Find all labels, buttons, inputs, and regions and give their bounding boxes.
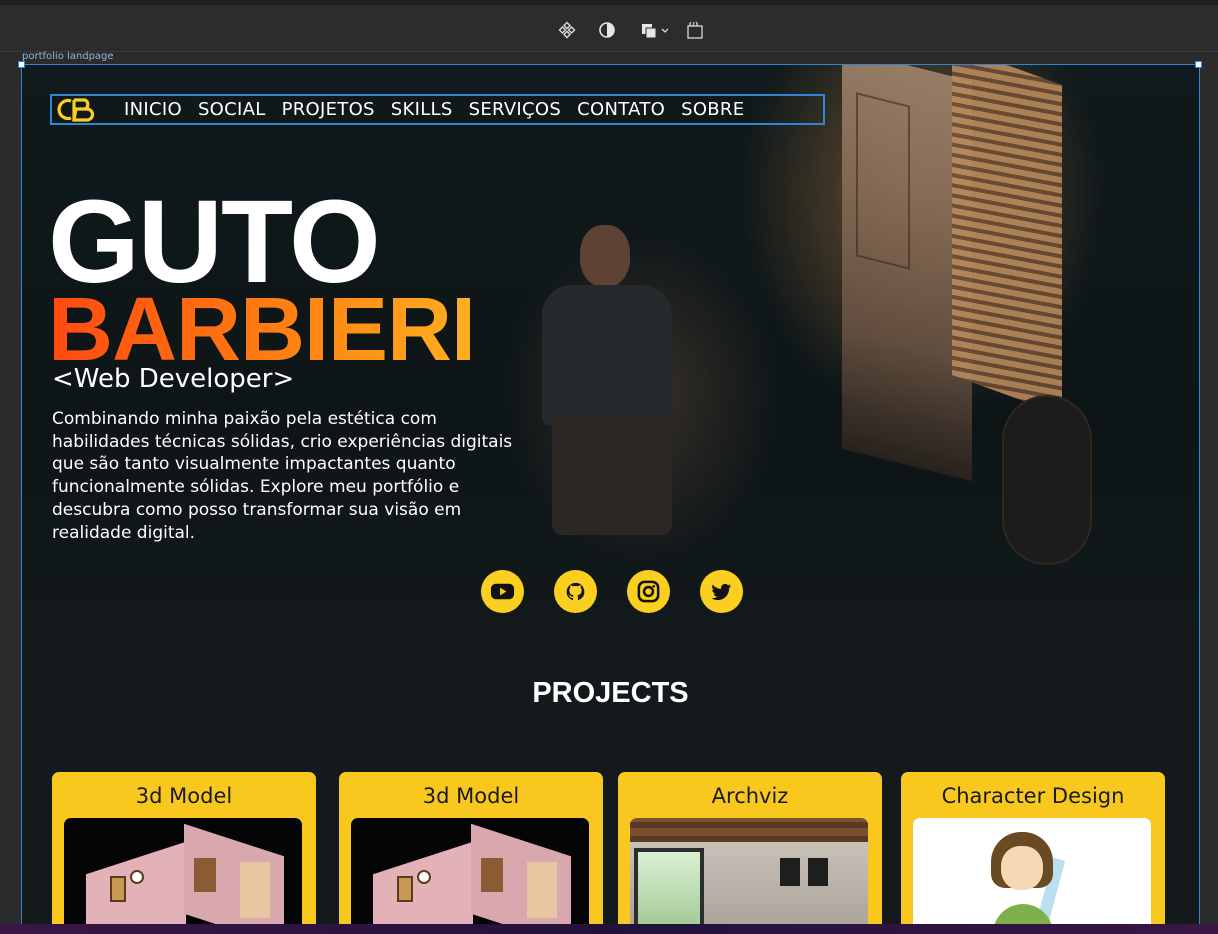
social-links — [481, 570, 743, 613]
contrast-icon[interactable] — [596, 19, 618, 41]
project-thumbnail-character — [913, 818, 1151, 925]
hero-description: Combinando minha paixão pela estética co… — [52, 409, 513, 543]
logo-icon[interactable] — [54, 96, 96, 123]
window-shutter — [952, 65, 1062, 416]
nav-link-servicos[interactable]: SERVIÇOS — [469, 99, 562, 120]
resize-handle-top-right[interactable] — [1195, 61, 1202, 68]
project-thumbnail-3d-room — [64, 818, 302, 925]
twitter-icon[interactable] — [700, 570, 743, 613]
nav-link-inicio[interactable]: INICIO — [124, 99, 182, 120]
code-icon[interactable] — [684, 19, 706, 41]
hero-role: <Web Developer> — [52, 364, 295, 394]
project-thumbnail-archviz — [630, 818, 868, 925]
project-card-archviz[interactable]: Archviz — [618, 772, 882, 925]
os-taskbar — [0, 924, 1218, 934]
projects-heading: PROJECTS — [532, 677, 689, 709]
instagram-icon[interactable] — [627, 570, 670, 613]
component-icon[interactable] — [556, 19, 578, 41]
project-card-3d-model-1[interactable]: 3d Model — [52, 772, 316, 925]
nav-link-contato[interactable]: CONTATO — [577, 99, 665, 120]
portfolio-frame[interactable]: INICIO SOCIAL PROJETOS SKILLS SERVIÇOS C… — [21, 64, 1200, 926]
hero-last-name: BARBIERI — [48, 280, 476, 380]
hero-person — [542, 225, 682, 545]
resize-handle-top-left[interactable] — [18, 61, 25, 68]
project-card-title: 3d Model — [422, 784, 520, 808]
project-thumbnail-3d-room — [351, 818, 589, 925]
project-card-title: Character Design — [941, 784, 1125, 808]
nav-links: INICIO SOCIAL PROJETOS SKILLS SERVIÇOS C… — [124, 99, 744, 120]
frame-label[interactable]: portfolio landpage — [22, 51, 114, 62]
nav-link-social[interactable]: SOCIAL — [198, 99, 266, 120]
editor-toolbar — [0, 0, 1218, 52]
github-icon[interactable] — [554, 570, 597, 613]
project-card-title: 3d Model — [135, 784, 233, 808]
project-card-3d-model-2[interactable]: 3d Model — [339, 772, 603, 925]
boolean-icon[interactable] — [638, 19, 672, 41]
project-card-character-design[interactable]: Character Design — [901, 772, 1165, 925]
navbar: INICIO SOCIAL PROJETOS SKILLS SERVIÇOS C… — [50, 94, 825, 125]
project-card-title: Archviz — [711, 784, 789, 808]
nav-link-projetos[interactable]: PROJETOS — [282, 99, 375, 120]
nav-link-skills[interactable]: SKILLS — [391, 99, 453, 120]
youtube-icon[interactable] — [481, 570, 524, 613]
nav-link-sobre[interactable]: SOBRE — [681, 99, 744, 120]
guitar — [1002, 395, 1092, 565]
